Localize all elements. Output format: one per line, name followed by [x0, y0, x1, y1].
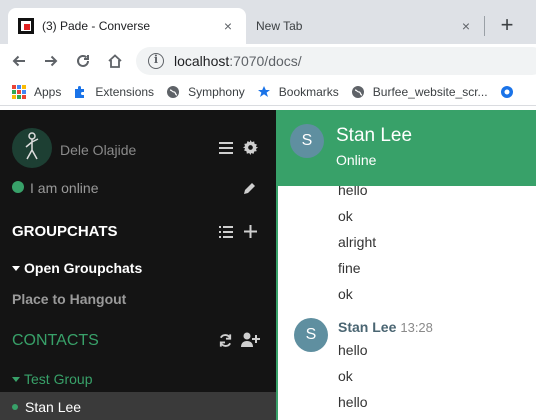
groupchats-title: GROUPCHATS [12, 223, 118, 240]
tab-title: New Tab [256, 19, 303, 33]
bookmark-label: Extensions [95, 84, 155, 99]
star-icon [257, 85, 270, 97]
user-name: Dele Olajide [60, 142, 137, 158]
message-time: 13:28 [400, 320, 433, 335]
globe-icon [351, 85, 364, 98]
url-text: localhost:7070/docs/ [174, 53, 302, 69]
bookmark-apps[interactable]: Apps [12, 84, 62, 99]
home-icon [108, 54, 122, 68]
url-host: localhost [174, 53, 230, 69]
tab-new-tab[interactable]: New Tab × [246, 8, 484, 44]
puzzle-icon [75, 85, 85, 98]
back-button[interactable] [6, 48, 32, 74]
tab-close-icon[interactable]: × [220, 18, 236, 34]
bookmark-label: Symphony [188, 84, 245, 99]
message-text: hello [338, 394, 368, 410]
menu-icon[interactable] [219, 142, 233, 154]
tab-separator [484, 16, 485, 36]
message-text: alright [338, 234, 377, 250]
message-avatar[interactable]: S [294, 318, 328, 352]
sidebar: Dele Olajide I am online GROUPCHATS Open… [0, 110, 278, 420]
chrome-icon [500, 85, 513, 98]
pencil-icon[interactable] [243, 181, 257, 195]
chat-messages: hello ok alright fine ok S Stan Lee 13:28… [278, 186, 536, 420]
tab-title: (3) Pade - Converse [42, 19, 151, 33]
user-avatar[interactable] [12, 128, 52, 168]
globe-icon [167, 85, 180, 98]
bookmark-burfee[interactable]: Burfee_website_scr... [351, 85, 488, 99]
bookmark-symphony[interactable]: Symphony [166, 85, 245, 99]
converse-favicon-icon [18, 18, 34, 34]
new-tab-button[interactable]: + [494, 13, 520, 39]
status-text[interactable]: I am online [30, 180, 98, 196]
apps-grid-icon [12, 84, 26, 99]
reload-button[interactable] [70, 48, 96, 74]
message-text: ok [338, 286, 353, 302]
home-button[interactable] [102, 48, 128, 74]
contacts-title: CONTACTS [12, 332, 99, 349]
open-groupchats-toggle[interactable]: Open Groupchats [12, 260, 142, 276]
bookmarks-bar: Apps Extensions Symphony Bookmarks Burfe… [0, 78, 536, 106]
message-text: fine [338, 260, 361, 276]
open-groupchats-label: Open Groupchats [24, 260, 143, 276]
chat-avatar[interactable]: S [290, 124, 324, 158]
url-path: :7070/docs/ [229, 53, 302, 69]
bookmark-label: Bookmarks [278, 84, 339, 99]
tab-close-icon[interactable]: × [458, 18, 474, 34]
online-status-dot [12, 404, 18, 410]
bookmark-overflow[interactable] [500, 85, 522, 99]
group-toggle[interactable]: Test Group [12, 371, 92, 387]
caret-down-icon [12, 377, 20, 382]
contact-name: Stan Lee [25, 399, 82, 415]
chat-title: Stan Lee [336, 125, 413, 146]
arrow-left-icon [12, 55, 25, 67]
tab-strip: (3) Pade - Converse × New Tab × + [0, 0, 536, 44]
message-text: ok [338, 368, 353, 384]
contact-item[interactable]: Stan Lee [0, 392, 276, 420]
browser-toolbar: localhost:7070/docs/ [0, 44, 536, 78]
bookmark-label: Apps [34, 84, 62, 99]
caret-down-icon [12, 266, 20, 271]
arrow-right-icon [45, 55, 58, 67]
tab-converse[interactable]: (3) Pade - Converse × [8, 8, 246, 44]
room-item[interactable]: Place to Hangout [12, 291, 126, 307]
bookmark-extensions[interactable]: Extensions [73, 85, 154, 99]
bookmark-label: Burfee_website_scr... [372, 84, 488, 99]
plus-icon[interactable] [244, 225, 257, 238]
message-sender: Stan Lee 13:28 [338, 319, 433, 335]
sender-name: Stan Lee [338, 319, 397, 335]
stick-figure-icon [25, 132, 39, 160]
bookmark-bookmarks[interactable]: Bookmarks [257, 85, 339, 99]
chat-status: Online [336, 152, 377, 168]
sync-icon[interactable] [218, 333, 233, 348]
forward-button[interactable] [38, 48, 64, 74]
chat-header: S Stan Lee Online [278, 110, 536, 186]
message-text: ok [338, 208, 353, 224]
group-label: Test Group [24, 371, 93, 387]
list-icon[interactable] [219, 226, 233, 238]
message-text: hello [338, 342, 368, 358]
address-bar[interactable]: localhost:7070/docs/ [136, 47, 536, 75]
reload-icon [77, 54, 89, 67]
online-status-dot [12, 181, 24, 193]
message-text: hello [338, 186, 368, 198]
info-icon[interactable] [148, 53, 164, 69]
gear-icon[interactable] [243, 140, 258, 155]
add-user-icon[interactable] [241, 332, 260, 347]
